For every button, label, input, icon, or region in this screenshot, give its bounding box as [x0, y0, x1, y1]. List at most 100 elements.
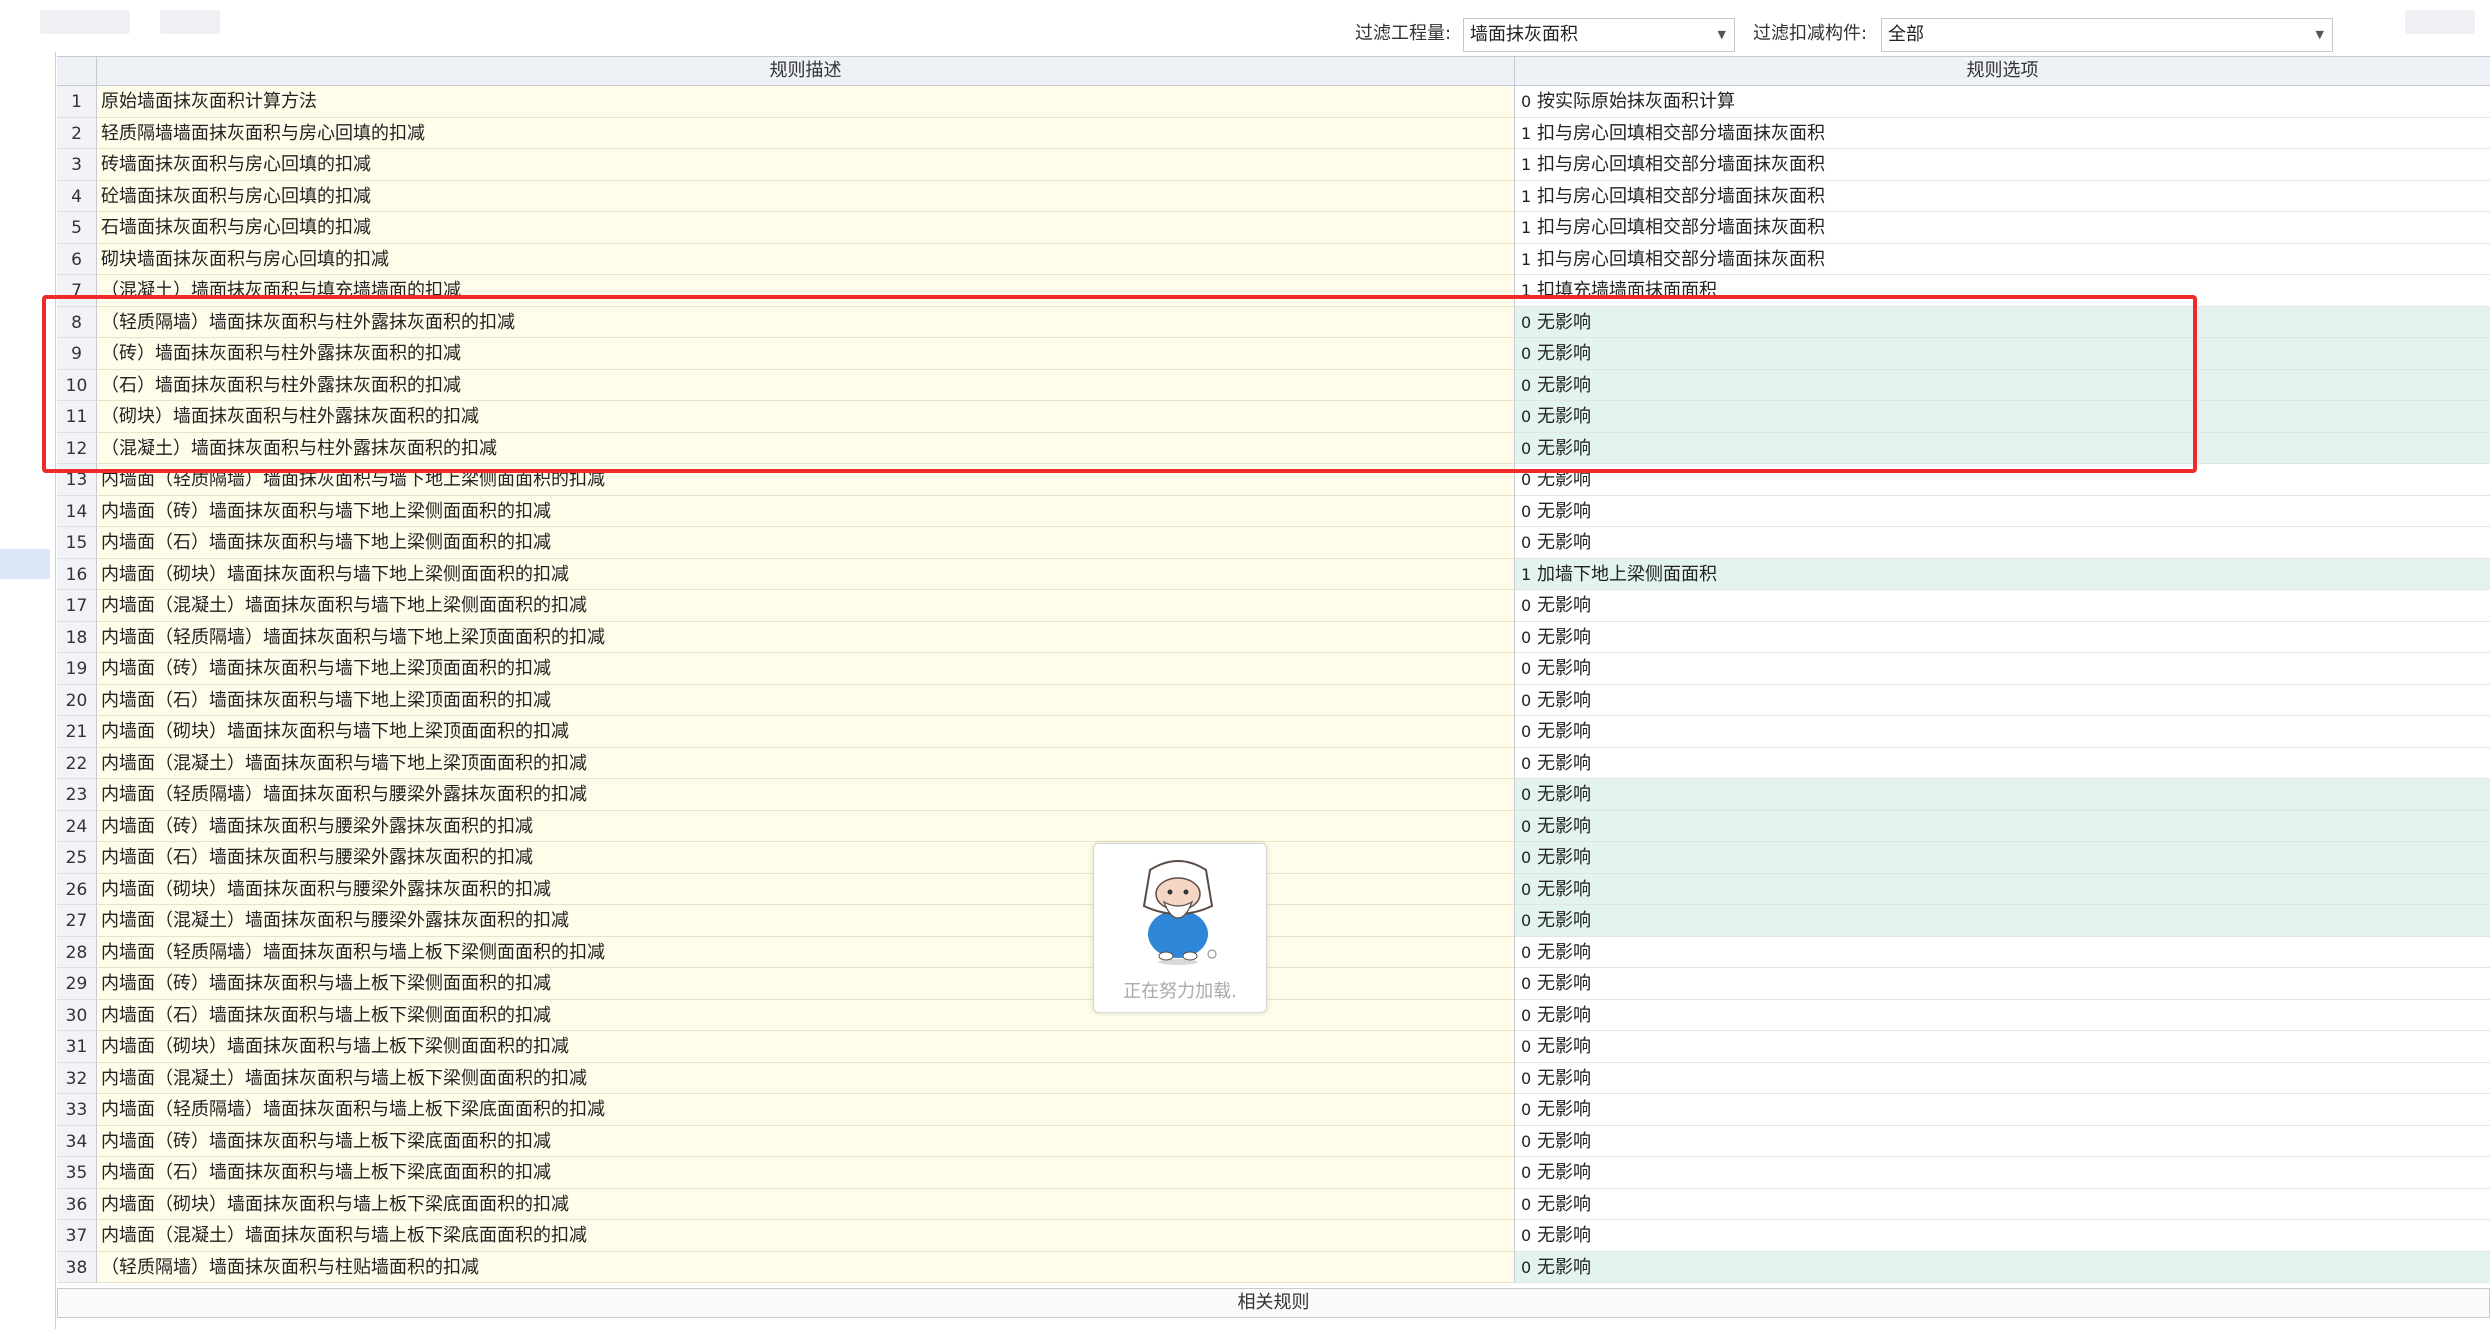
rule-option-cell[interactable]: 0 无影响 [1515, 1031, 2490, 1063]
rule-option-cell[interactable]: 0 无影响 [1515, 1157, 2490, 1189]
table-row[interactable]: 26 内墙面（砌块）墙面抹灰面积与腰梁外露抹灰面积的扣减 0 无影响 [57, 873, 2490, 905]
rule-option-cell[interactable]: 0 无影响 [1515, 590, 2490, 622]
table-row[interactable]: 27 内墙面（混凝土）墙面抹灰面积与腰梁外露抹灰面积的扣减 0 无影响 [57, 905, 2490, 937]
rule-description-cell[interactable]: （轻质隔墙）墙面抹灰面积与柱贴墙面积的扣减 [97, 1251, 1515, 1283]
rule-description-cell[interactable]: 内墙面（砖）墙面抹灰面积与墙下地上梁侧面面积的扣减 [97, 495, 1515, 527]
rule-description-cell[interactable]: 内墙面（轻质隔墙）墙面抹灰面积与墙下地上梁侧面面积的扣减 [97, 464, 1515, 496]
rule-description-cell[interactable]: 内墙面（轻质隔墙）墙面抹灰面积与墙下地上梁顶面面积的扣减 [97, 621, 1515, 653]
rule-description-cell[interactable]: 内墙面（砌块）墙面抹灰面积与墙下地上梁侧面面积的扣减 [97, 558, 1515, 590]
rule-description-cell[interactable]: （混凝土）墙面抹灰面积与柱外露抹灰面积的扣减 [97, 432, 1515, 464]
rule-description-cell[interactable]: 内墙面（砖）墙面抹灰面积与墙下地上梁顶面面积的扣减 [97, 653, 1515, 685]
table-row[interactable]: 9 （砖）墙面抹灰面积与柱外露抹灰面积的扣减 0 无影响 [57, 338, 2490, 370]
rule-description-cell[interactable]: 砼墙面抹灰面积与房心回填的扣减 [97, 180, 1515, 212]
table-row[interactable]: 23 内墙面（轻质隔墙）墙面抹灰面积与腰梁外露抹灰面积的扣减 0 无影响 [57, 779, 2490, 811]
rule-option-cell[interactable]: 0 无影响 [1515, 621, 2490, 653]
table-row[interactable]: 8 （轻质隔墙）墙面抹灰面积与柱外露抹灰面积的扣减 0 无影响 [57, 306, 2490, 338]
table-row[interactable]: 22 内墙面（混凝土）墙面抹灰面积与墙下地上梁顶面面积的扣减 0 无影响 [57, 747, 2490, 779]
rule-option-cell[interactable]: 0 无影响 [1515, 968, 2490, 1000]
table-row[interactable]: 11 （砌块）墙面抹灰面积与柱外露抹灰面积的扣减 0 无影响 [57, 401, 2490, 433]
rule-option-cell[interactable]: 1 扣与房心回填相交部分墙面抹灰面积 [1515, 243, 2490, 275]
table-row[interactable]: 12 （混凝土）墙面抹灰面积与柱外露抹灰面积的扣减 0 无影响 [57, 432, 2490, 464]
rule-description-cell[interactable]: 内墙面（混凝土）墙面抹灰面积与墙下地上梁侧面面积的扣减 [97, 590, 1515, 622]
rule-description-cell[interactable]: 砖墙面抹灰面积与房心回填的扣减 [97, 149, 1515, 181]
table-row[interactable]: 4 砼墙面抹灰面积与房心回填的扣减 1 扣与房心回填相交部分墙面抹灰面积 [57, 180, 2490, 212]
rule-option-cell[interactable]: 0 无影响 [1515, 432, 2490, 464]
rule-description-cell[interactable]: 内墙面（石）墙面抹灰面积与墙下地上梁顶面面积的扣减 [97, 684, 1515, 716]
rule-description-cell[interactable]: 内墙面（轻质隔墙）墙面抹灰面积与墙上板下梁侧面面积的扣减 [97, 936, 1515, 968]
rule-description-cell[interactable]: 内墙面（砖）墙面抹灰面积与墙上板下梁侧面面积的扣减 [97, 968, 1515, 1000]
rule-description-cell[interactable]: 内墙面（砌块）墙面抹灰面积与腰梁外露抹灰面积的扣减 [97, 873, 1515, 905]
rule-description-cell[interactable]: （轻质隔墙）墙面抹灰面积与柱外露抹灰面积的扣减 [97, 306, 1515, 338]
rule-option-cell[interactable]: 0 无影响 [1515, 306, 2490, 338]
rule-option-cell[interactable]: 0 无影响 [1515, 401, 2490, 433]
table-row[interactable]: 29 内墙面（砖）墙面抹灰面积与墙上板下梁侧面面积的扣减 0 无影响 [57, 968, 2490, 1000]
rule-option-cell[interactable]: 0 无影响 [1515, 810, 2490, 842]
rule-option-cell[interactable]: 0 无影响 [1515, 1125, 2490, 1157]
rule-option-cell[interactable]: 1 扣填充墙墙面抹面面积 [1515, 275, 2490, 307]
table-row[interactable]: 20 内墙面（石）墙面抹灰面积与墙下地上梁顶面面积的扣减 0 无影响 [57, 684, 2490, 716]
table-row[interactable]: 6 砌块墙面抹灰面积与房心回填的扣减 1 扣与房心回填相交部分墙面抹灰面积 [57, 243, 2490, 275]
table-row[interactable]: 24 内墙面（砖）墙面抹灰面积与腰梁外露抹灰面积的扣减 0 无影响 [57, 810, 2490, 842]
rule-description-cell[interactable]: 内墙面（砌块）墙面抹灰面积与墙上板下梁底面面积的扣减 [97, 1188, 1515, 1220]
related-rules-bar[interactable]: 相关规则 [57, 1288, 2490, 1318]
rule-description-cell[interactable]: 原始墙面抹灰面积计算方法 [97, 86, 1515, 118]
rule-description-cell[interactable]: 内墙面（混凝土）墙面抹灰面积与墙上板下梁底面面积的扣减 [97, 1220, 1515, 1252]
column-header-description[interactable]: 规则描述 [97, 57, 1515, 85]
table-row[interactable]: 14 内墙面（砖）墙面抹灰面积与墙下地上梁侧面面积的扣减 0 无影响 [57, 495, 2490, 527]
rule-description-cell[interactable]: 内墙面（石）墙面抹灰面积与腰梁外露抹灰面积的扣减 [97, 842, 1515, 874]
rule-option-cell[interactable]: 0 无影响 [1515, 338, 2490, 370]
rule-option-cell[interactable]: 0 无影响 [1515, 527, 2490, 559]
rule-option-cell[interactable]: 1 扣与房心回填相交部分墙面抹灰面积 [1515, 117, 2490, 149]
rule-description-cell[interactable]: 内墙面（混凝土）墙面抹灰面积与腰梁外露抹灰面积的扣减 [97, 905, 1515, 937]
rule-option-cell[interactable]: 0 无影响 [1515, 1220, 2490, 1252]
rule-description-cell[interactable]: 内墙面（砖）墙面抹灰面积与墙上板下梁底面面积的扣减 [97, 1125, 1515, 1157]
table-row[interactable]: 21 内墙面（砌块）墙面抹灰面积与墙下地上梁顶面面积的扣减 0 无影响 [57, 716, 2490, 748]
table-row[interactable]: 32 内墙面（混凝土）墙面抹灰面积与墙上板下梁侧面面积的扣减 0 无影响 [57, 1062, 2490, 1094]
rule-description-cell[interactable]: 砌块墙面抹灰面积与房心回填的扣减 [97, 243, 1515, 275]
rule-description-cell[interactable]: 内墙面（砌块）墙面抹灰面积与墙上板下梁侧面面积的扣减 [97, 1031, 1515, 1063]
table-row[interactable]: 28 内墙面（轻质隔墙）墙面抹灰面积与墙上板下梁侧面面积的扣减 0 无影响 [57, 936, 2490, 968]
rule-description-cell[interactable]: 内墙面（砖）墙面抹灰面积与腰梁外露抹灰面积的扣减 [97, 810, 1515, 842]
rule-option-cell[interactable]: 0 无影响 [1515, 1094, 2490, 1126]
table-row[interactable]: 18 内墙面（轻质隔墙）墙面抹灰面积与墙下地上梁顶面面积的扣减 0 无影响 [57, 621, 2490, 653]
table-row[interactable]: 25 内墙面（石）墙面抹灰面积与腰梁外露抹灰面积的扣减 0 无影响 [57, 842, 2490, 874]
rule-option-cell[interactable]: 0 无影响 [1515, 999, 2490, 1031]
rule-option-cell[interactable]: 1 扣与房心回填相交部分墙面抹灰面积 [1515, 180, 2490, 212]
filter-quantity-select[interactable]: 墙面抹灰面积 ▼ [1463, 18, 1735, 52]
table-row[interactable]: 31 内墙面（砌块）墙面抹灰面积与墙上板下梁侧面面积的扣减 0 无影响 [57, 1031, 2490, 1063]
rule-description-cell[interactable]: 内墙面（轻质隔墙）墙面抹灰面积与墙上板下梁底面面积的扣减 [97, 1094, 1515, 1126]
faded-toolbar-item[interactable] [2405, 10, 2475, 34]
table-row[interactable]: 2 轻质隔墙墙面抹灰面积与房心回填的扣减 1 扣与房心回填相交部分墙面抹灰面积 [57, 117, 2490, 149]
rule-option-cell[interactable]: 0 无影响 [1515, 369, 2490, 401]
rule-option-cell[interactable]: 0 无影响 [1515, 1188, 2490, 1220]
table-row[interactable]: 35 内墙面（石）墙面抹灰面积与墙上板下梁底面面积的扣减 0 无影响 [57, 1157, 2490, 1189]
rule-option-cell[interactable]: 0 无影响 [1515, 873, 2490, 905]
rule-option-cell[interactable]: 0 无影响 [1515, 716, 2490, 748]
rule-option-cell[interactable]: 0 按实际原始抹灰面积计算 [1515, 86, 2490, 118]
rule-description-cell[interactable]: 内墙面（混凝土）墙面抹灰面积与墙下地上梁顶面面积的扣减 [97, 747, 1515, 779]
rule-description-cell[interactable]: （石）墙面抹灰面积与柱外露抹灰面积的扣减 [97, 369, 1515, 401]
rule-description-cell[interactable]: 内墙面（砌块）墙面抹灰面积与墙下地上梁顶面面积的扣减 [97, 716, 1515, 748]
table-row[interactable]: 37 内墙面（混凝土）墙面抹灰面积与墙上板下梁底面面积的扣减 0 无影响 [57, 1220, 2490, 1252]
rule-description-cell[interactable]: 内墙面（轻质隔墙）墙面抹灰面积与腰梁外露抹灰面积的扣减 [97, 779, 1515, 811]
table-row[interactable]: 30 内墙面（石）墙面抹灰面积与墙上板下梁侧面面积的扣减 0 无影响 [57, 999, 2490, 1031]
rule-option-cell[interactable]: 0 无影响 [1515, 1251, 2490, 1283]
table-row[interactable]: 13 内墙面（轻质隔墙）墙面抹灰面积与墙下地上梁侧面面积的扣减 0 无影响 [57, 464, 2490, 496]
rule-option-cell[interactable]: 1 加墙下地上梁侧面面积 [1515, 558, 2490, 590]
table-row[interactable]: 16 内墙面（砌块）墙面抹灰面积与墙下地上梁侧面面积的扣减 1 加墙下地上梁侧面面积 [57, 558, 2490, 590]
table-row[interactable]: 36 内墙面（砌块）墙面抹灰面积与墙上板下梁底面面积的扣减 0 无影响 [57, 1188, 2490, 1220]
rule-description-cell[interactable]: （砌块）墙面抹灰面积与柱外露抹灰面积的扣减 [97, 401, 1515, 433]
rule-option-cell[interactable]: 0 无影响 [1515, 936, 2490, 968]
table-row[interactable]: 33 内墙面（轻质隔墙）墙面抹灰面积与墙上板下梁底面面积的扣减 0 无影响 [57, 1094, 2490, 1126]
rule-option-cell[interactable]: 0 无影响 [1515, 905, 2490, 937]
column-header-option[interactable]: 规则选项 [1515, 57, 2490, 85]
filter-component-select[interactable]: 全部 ▼ [1881, 18, 2333, 52]
left-panel-selected-item[interactable] [0, 549, 50, 579]
rule-description-cell[interactable]: 内墙面（石）墙面抹灰面积与墙下地上梁侧面面积的扣减 [97, 527, 1515, 559]
rule-description-cell[interactable]: 内墙面（石）墙面抹灰面积与墙上板下梁侧面面积的扣减 [97, 999, 1515, 1031]
table-row[interactable]: 5 石墙面抹灰面积与房心回填的扣减 1 扣与房心回填相交部分墙面抹灰面积 [57, 212, 2490, 244]
table-row[interactable]: 7 （混凝土）墙面抹灰面积与填充墙墙面的扣减 1 扣填充墙墙面抹面面积 [57, 275, 2490, 307]
rule-option-cell[interactable]: 0 无影响 [1515, 464, 2490, 496]
rule-option-cell[interactable]: 0 无影响 [1515, 842, 2490, 874]
table-row[interactable]: 3 砖墙面抹灰面积与房心回填的扣减 1 扣与房心回填相交部分墙面抹灰面积 [57, 149, 2490, 181]
